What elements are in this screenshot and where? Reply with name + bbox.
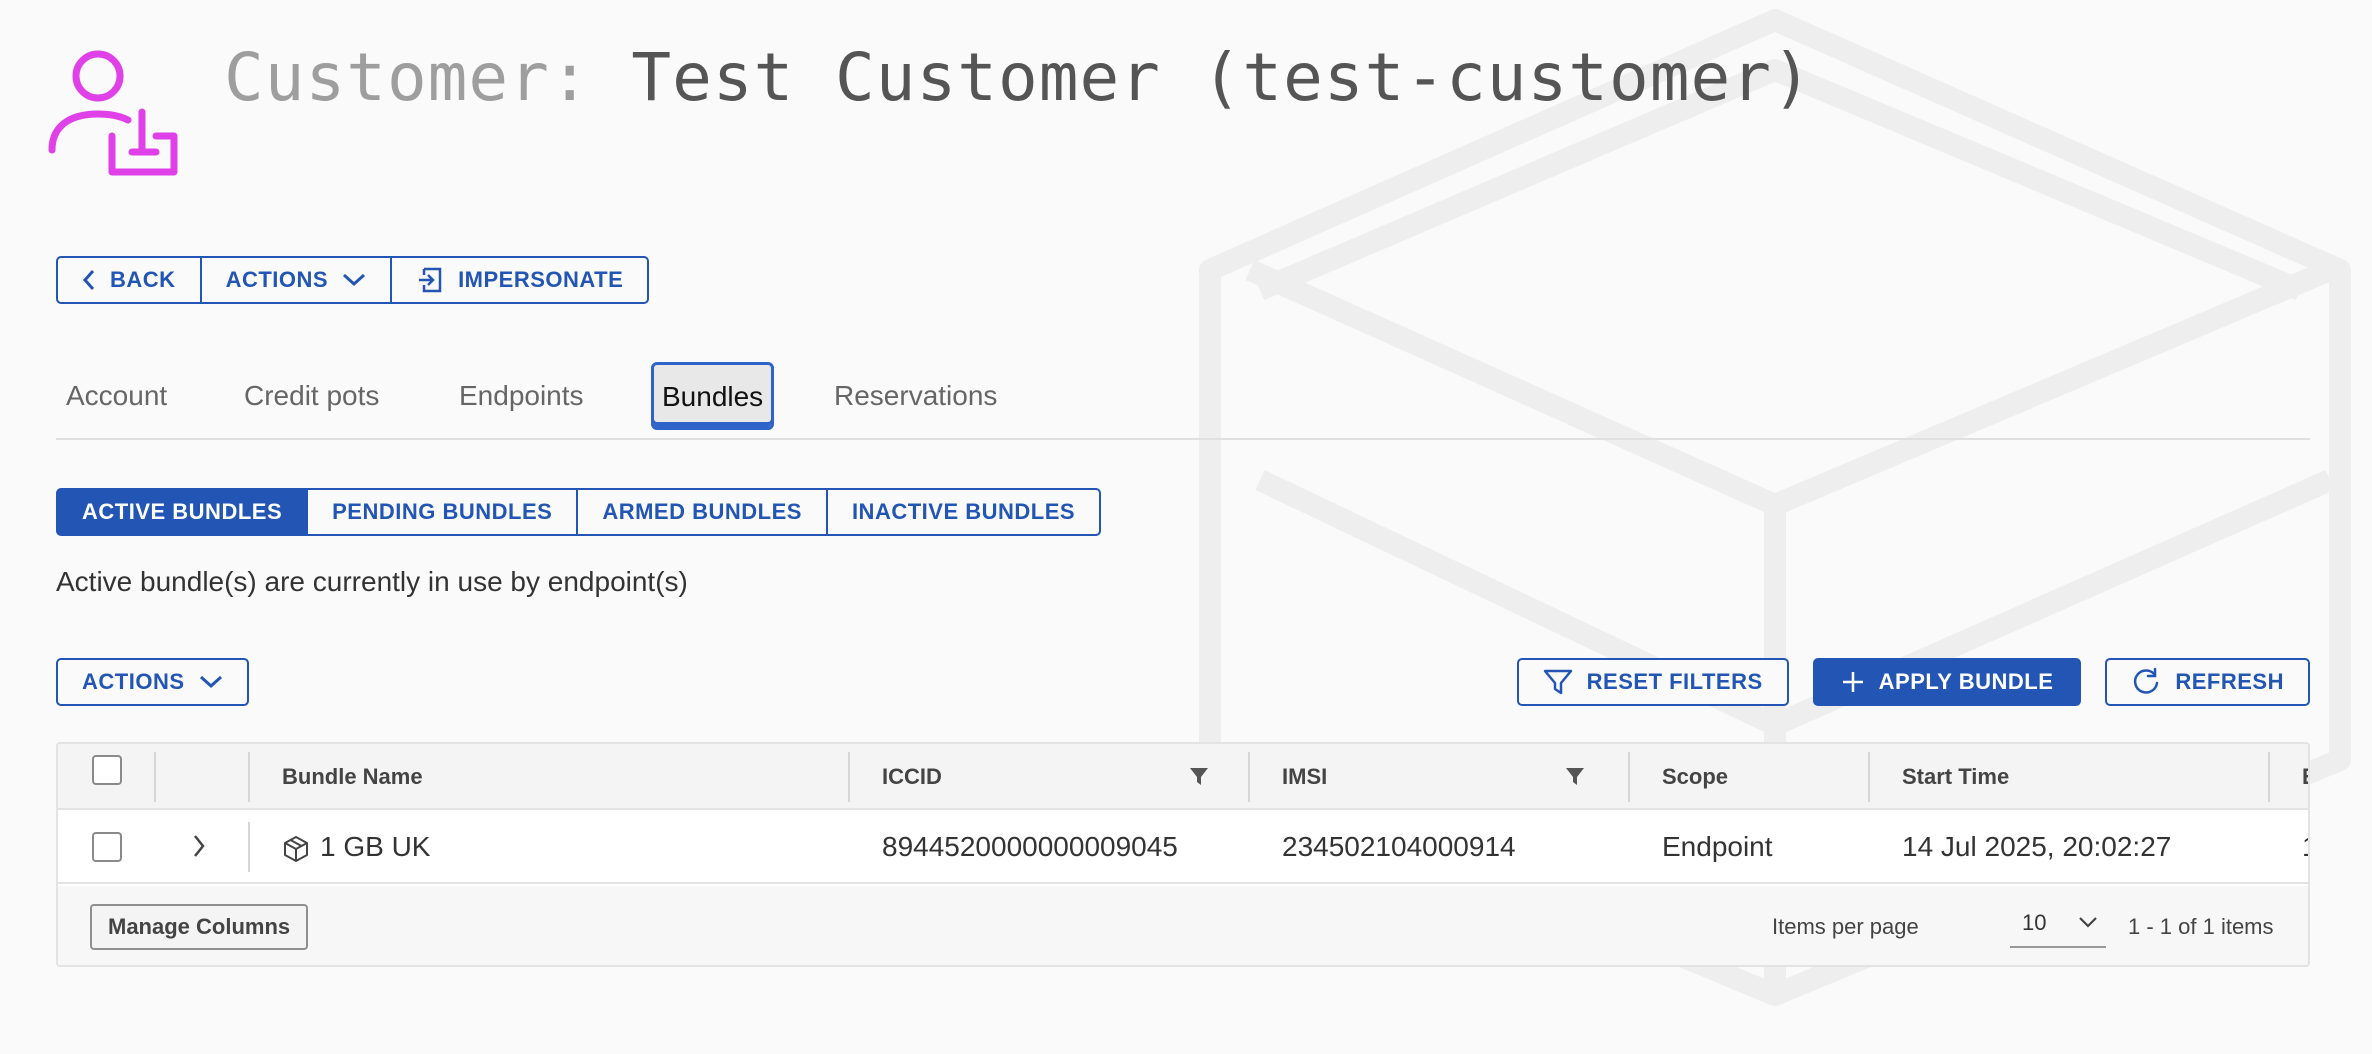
chevron-right-icon[interactable]	[192, 834, 206, 858]
bundle-status-tabs: ACTIVE BUNDLES PENDING BUNDLES ARMED BUN…	[56, 488, 1102, 536]
bundles-description: Active bundle(s) are currently in use by…	[56, 566, 688, 597]
page-title-customer-name: Test Customer (test-customer)	[631, 39, 1813, 116]
actions-dropdown-button[interactable]: ACTIONS	[199, 256, 393, 304]
chevron-down-icon	[199, 675, 222, 689]
page-title: Customer: Test Customer (test-customer)	[224, 36, 1813, 120]
column-separator[interactable]	[2268, 752, 2270, 802]
tab-bundles[interactable]: Bundles	[651, 362, 775, 430]
chevron-down-icon	[343, 273, 366, 287]
items-per-page-select[interactable]: 10	[2010, 902, 2106, 948]
refresh-icon	[2134, 667, 2159, 694]
cell-start-time: 14 Jul 2025, 20:02:27	[1902, 831, 2172, 862]
column-separator[interactable]	[848, 752, 850, 802]
plus-icon	[1842, 672, 1863, 692]
filter-icon[interactable]	[1188, 765, 1210, 787]
table-footer	[58, 886, 2308, 965]
pagination-range: 1 - 1 of 1 items	[2128, 914, 2274, 939]
refresh-button[interactable]: REFRESH	[2105, 658, 2310, 706]
login-icon	[419, 267, 442, 293]
actions-button-label: ACTIONS	[225, 267, 329, 292]
back-button-label: BACK	[110, 267, 176, 292]
user-import-icon	[48, 50, 178, 176]
column-header-start-time[interactable]: Start Time	[1902, 744, 2009, 810]
column-header-end-time[interactable]: E	[2302, 744, 2308, 810]
funnel-icon	[1543, 669, 1572, 695]
table-actions-label: ACTIONS	[82, 669, 185, 694]
table-row[interactable]: 1 GB UK 8944520000000009045 234502104000…	[58, 810, 2308, 884]
cell-iccid: 8944520000000009045	[882, 831, 1178, 862]
table-header: Bundle Name ICCID IMSI Scope Start Time …	[58, 744, 2308, 810]
manage-columns-button[interactable]: Manage Columns	[90, 904, 309, 950]
column-header-imsi[interactable]: IMSI	[1282, 744, 1327, 810]
column-header-scope[interactable]: Scope	[1662, 744, 1728, 810]
table-toolbar: RESET FILTERS APPLY BUNDLE REFRESH	[1516, 658, 2310, 706]
tab-account[interactable]: Account	[66, 360, 167, 432]
column-separator	[154, 752, 156, 802]
tab-active-bundles[interactable]: ACTIVE BUNDLES	[56, 488, 309, 536]
column-header-bundle-name[interactable]: Bundle Name	[282, 744, 423, 810]
main-tabs: Account Credit pots Endpoints Bundles Re…	[56, 360, 2310, 440]
table-actions-dropdown-button[interactable]: ACTIONS	[56, 658, 249, 706]
chevron-left-icon	[82, 270, 95, 290]
apply-bundle-label: APPLY BUNDLE	[1878, 669, 2054, 694]
select-all-checkbox[interactable]	[92, 755, 122, 785]
tab-armed-bundles[interactable]: ARMED BUNDLES	[576, 488, 828, 536]
filter-icon[interactable]	[1564, 765, 1586, 787]
impersonate-button-label: IMPERSONATE	[458, 267, 624, 292]
impersonate-button[interactable]: IMPERSONATE	[390, 256, 650, 304]
reset-filters-button[interactable]: RESET FILTERS	[1516, 658, 1789, 706]
bundles-table: Bundle Name ICCID IMSI Scope Start Time …	[56, 742, 2310, 967]
tab-pending-bundles[interactable]: PENDING BUNDLES	[306, 488, 579, 536]
cell-end-time: 1	[2302, 810, 2308, 884]
cell-bundle-name: 1 GB UK	[320, 831, 431, 862]
column-separator	[248, 752, 250, 802]
items-per-page-value: 10	[2022, 910, 2047, 935]
header-button-group: BACK ACTIONS IMPERSONATE	[56, 256, 650, 304]
column-separator[interactable]	[1868, 752, 1870, 802]
column-separator[interactable]	[1248, 752, 1250, 802]
column-separator[interactable]	[1628, 752, 1630, 802]
tab-inactive-bundles[interactable]: INACTIVE BUNDLES	[825, 488, 1102, 536]
column-separator	[248, 822, 250, 872]
tab-reservations[interactable]: Reservations	[834, 360, 997, 432]
page: Customer: Test Customer (test-customer) …	[0, 0, 2372, 1054]
apply-bundle-button[interactable]: APPLY BUNDLE	[1812, 658, 2082, 706]
page-title-prefix: Customer:	[224, 39, 632, 116]
tab-endpoints[interactable]: Endpoints	[459, 360, 584, 432]
row-checkbox[interactable]	[92, 832, 122, 862]
items-per-page-label: Items per page	[1772, 914, 1919, 939]
refresh-label: REFRESH	[2175, 669, 2284, 694]
reset-filters-label: RESET FILTERS	[1586, 669, 1763, 694]
tab-credit-pots[interactable]: Credit pots	[244, 360, 379, 432]
chevron-down-icon	[2079, 917, 2097, 928]
column-header-iccid[interactable]: ICCID	[882, 744, 942, 810]
cell-imsi: 234502104000914	[1282, 831, 1516, 862]
back-button[interactable]: BACK	[56, 256, 202, 304]
cell-scope: Endpoint	[1662, 831, 1773, 862]
package-icon	[284, 836, 308, 862]
